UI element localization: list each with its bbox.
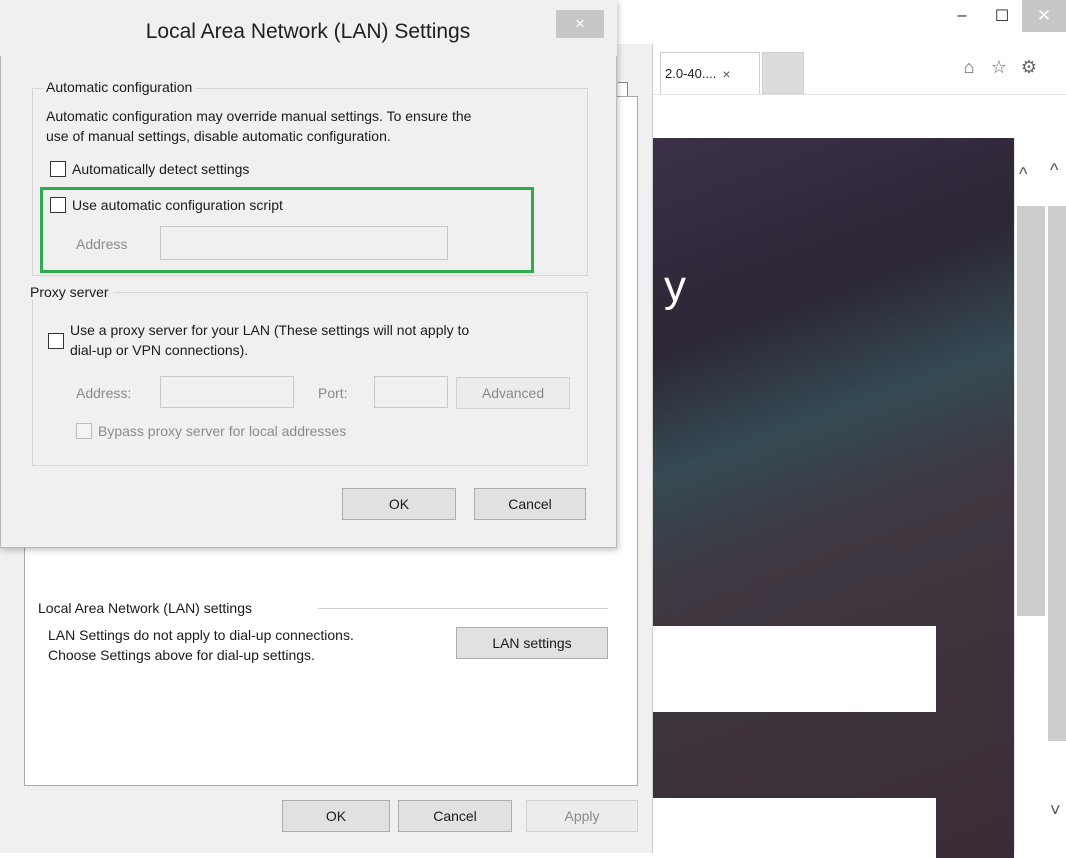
- tab-title: 2.0-40....: [665, 66, 717, 81]
- hero-heading-fragment: y: [664, 262, 686, 311]
- scroll-up-icon[interactable]: ^: [1019, 164, 1027, 185]
- proxy-address-input[interactable]: [160, 376, 294, 408]
- auto-config-description: Automatic configuration may override man…: [46, 108, 472, 124]
- proxy-server-title: Proxy server: [28, 284, 113, 300]
- lan-desc-line: Choose Settings above for dial-up settin…: [48, 647, 315, 663]
- browser-toolbar-strip: [652, 94, 1066, 139]
- tab-close-icon[interactable]: ×: [722, 66, 730, 82]
- lan-group-divider: [318, 608, 608, 609]
- use-proxy-checkbox[interactable]: [48, 333, 64, 349]
- window-scroll-up-icon[interactable]: ^: [1050, 160, 1058, 181]
- lan-settings-button[interactable]: LAN settings: [456, 627, 608, 659]
- auto-detect-checkbox[interactable]: [50, 161, 66, 177]
- browser-close-button[interactable]: ✕: [1022, 0, 1066, 32]
- use-proxy-label[interactable]: Use a proxy server for your LAN (These s…: [70, 320, 469, 340]
- internet-options-cancel-button[interactable]: Cancel: [398, 800, 512, 832]
- use-proxy-label[interactable]: dial-up or VPN connections).: [70, 340, 248, 360]
- advanced-button[interactable]: Advanced: [456, 377, 570, 409]
- page-hero-banner: [652, 138, 1014, 858]
- bypass-proxy-checkbox[interactable]: [76, 423, 92, 439]
- lan-ok-button[interactable]: OK: [342, 488, 456, 520]
- window-scrollbar-thumb[interactable]: [1048, 206, 1066, 741]
- auto-detect-label[interactable]: Automatically detect settings: [72, 159, 249, 179]
- auto-config-description: use of manual settings, disable automati…: [46, 128, 391, 144]
- page-content-card: [652, 626, 936, 712]
- internet-options-ok-button[interactable]: OK: [282, 800, 390, 832]
- lan-settings-group-title: Local Area Network (LAN) settings: [38, 600, 258, 616]
- automatic-configuration-title: Automatic configuration: [44, 79, 197, 95]
- proxy-port-input[interactable]: [374, 376, 448, 408]
- proxy-address-label: Address:: [76, 385, 132, 401]
- lan-dialog-title: Local Area Network (LAN) Settings: [145, 20, 471, 43]
- new-tab-button[interactable]: [762, 52, 804, 94]
- internet-options-apply-button[interactable]: Apply: [526, 800, 638, 832]
- window-scroll-down-icon[interactable]: ˅: [1050, 800, 1061, 821]
- home-icon[interactable]: ⌂: [958, 56, 980, 78]
- favorites-star-icon[interactable]: ☆: [988, 56, 1010, 78]
- minimize-button[interactable]: –: [940, 0, 984, 32]
- proxy-port-label: Port:: [318, 385, 348, 401]
- lan-settings-description: LAN Settings do not apply to dial-up con…: [48, 625, 354, 665]
- close-icon[interactable]: ×: [556, 10, 604, 38]
- page-content-card: [652, 798, 936, 858]
- bypass-proxy-label[interactable]: Bypass proxy server for local addresses: [98, 421, 346, 441]
- lan-desc-line: LAN Settings do not apply to dial-up con…: [48, 627, 354, 643]
- browser-tab[interactable]: 2.0-40.... ×: [660, 52, 760, 94]
- settings-gear-icon[interactable]: ⚙: [1018, 56, 1040, 78]
- page-scrollbar-thumb[interactable]: [1017, 206, 1045, 616]
- maximize-button[interactable]: ☐: [980, 0, 1024, 32]
- highlight-box: [40, 187, 534, 273]
- lan-cancel-button[interactable]: Cancel: [474, 488, 586, 520]
